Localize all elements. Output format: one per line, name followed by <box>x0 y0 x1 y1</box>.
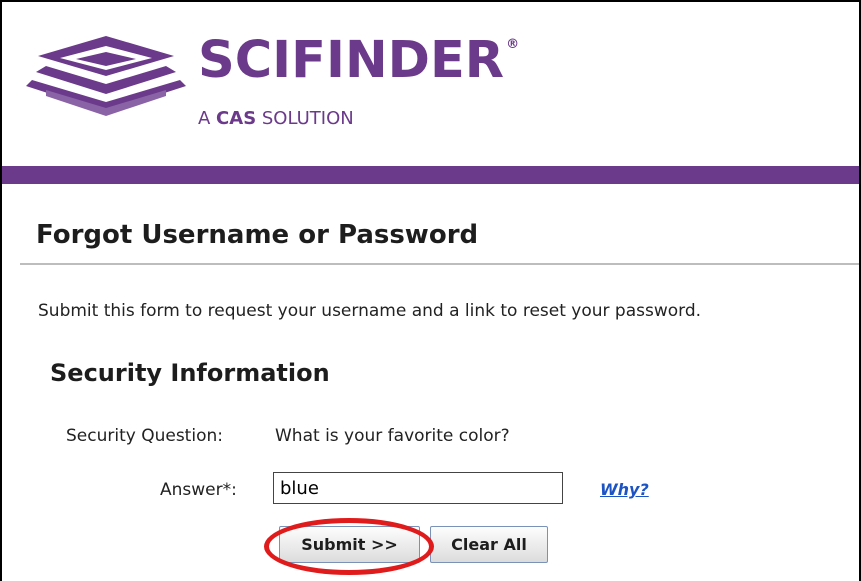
why-link[interactable]: Why? <box>600 480 649 499</box>
tagline-a: A <box>198 108 217 129</box>
answer-input[interactable] <box>273 472 563 504</box>
site-header: SCIFINDER ® A CAS SOLUTION <box>2 2 859 166</box>
intro-text: Submit this form to request your usernam… <box>38 301 702 321</box>
tagline-solution: SOLUTION <box>256 108 354 129</box>
title-divider <box>20 263 859 265</box>
brand-name-rest: CIFINDER <box>234 31 505 90</box>
brand-name: SCIFINDER ® <box>198 31 519 90</box>
clear-all-button[interactable]: Clear All <box>430 526 548 563</box>
section-title-security: Security Information <box>50 359 330 387</box>
security-question-value: What is your favorite color? <box>275 426 510 446</box>
header-divider-bar <box>2 166 859 184</box>
highlight-annotation-oval <box>264 518 434 575</box>
tagline-cas: CAS <box>216 108 257 129</box>
security-question-label: Security Question: <box>66 426 223 446</box>
registered-mark: ® <box>506 37 520 52</box>
scifinder-logo-icon <box>26 36 186 116</box>
page-title: Forgot Username or Password <box>36 220 479 250</box>
answer-label: Answer*: <box>160 480 237 500</box>
brand-name-prefix: S <box>198 31 235 90</box>
brand-tagline: A CAS SOLUTION <box>198 108 354 129</box>
